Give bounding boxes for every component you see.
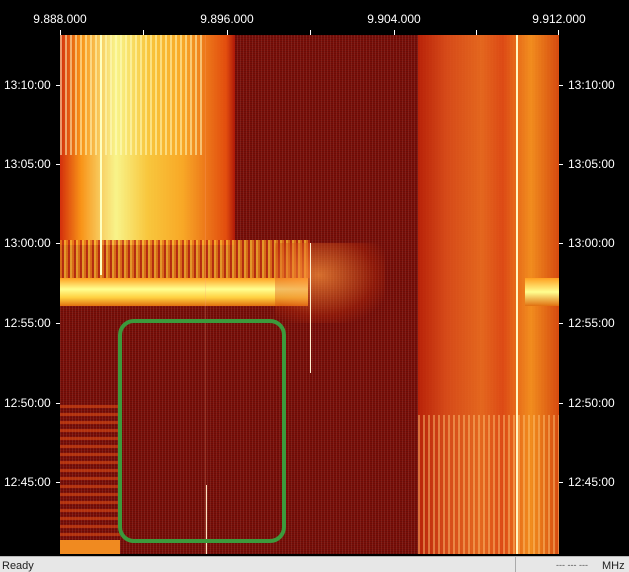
signal-region [275, 243, 385, 323]
signal-region [60, 35, 205, 155]
signal-region [60, 405, 120, 554]
frequency-label: 9.896.000 [200, 12, 254, 26]
time-label: 13:05:00 [568, 157, 615, 171]
time-tick [56, 323, 60, 324]
time-label: 12:55:00 [568, 316, 615, 330]
highlight-annotation [118, 319, 286, 543]
time-tick [56, 243, 60, 244]
time-tick [559, 164, 563, 165]
time-tick [559, 403, 563, 404]
time-tick [559, 323, 563, 324]
frequency-label: 9.904.000 [367, 12, 421, 26]
signal-region [60, 240, 310, 278]
time-label: 13:00:00 [4, 236, 51, 250]
time-label: 13:10:00 [4, 78, 51, 92]
carrier-line [516, 35, 518, 554]
status-bar: Ready --- --- --- MHz [0, 556, 629, 572]
frequency-axis: 9.888.000 9.896.000 9.904.000 9.912.000 [0, 0, 629, 35]
time-label: 12:50:00 [4, 396, 51, 410]
frequency-readout-value: --- --- --- [556, 560, 588, 570]
frequency-label: 9.912.000 [532, 12, 586, 26]
frequency-label: 9.888.000 [33, 12, 87, 26]
signal-band [60, 278, 308, 306]
time-label: 12:50:00 [568, 396, 615, 410]
time-tick [559, 243, 563, 244]
time-label: 12:55:00 [4, 316, 51, 330]
time-tick [56, 482, 60, 483]
carrier-line [100, 35, 102, 275]
time-tick [559, 482, 563, 483]
frequency-readout: --- --- --- MHz [515, 557, 629, 572]
time-tick [559, 85, 563, 86]
time-label: 13:10:00 [568, 78, 615, 92]
frequency-unit: MHz [602, 560, 625, 572]
time-tick [56, 164, 60, 165]
signal-region [418, 415, 559, 554]
carrier-line [310, 243, 311, 373]
signal-band [525, 278, 559, 306]
time-label: 13:00:00 [568, 236, 615, 250]
time-tick [56, 85, 60, 86]
signal-region [60, 540, 120, 554]
time-label: 12:45:00 [568, 475, 615, 489]
time-label: 13:05:00 [4, 157, 51, 171]
status-text: Ready [2, 560, 34, 572]
time-tick [56, 403, 60, 404]
time-label: 12:45:00 [4, 475, 51, 489]
